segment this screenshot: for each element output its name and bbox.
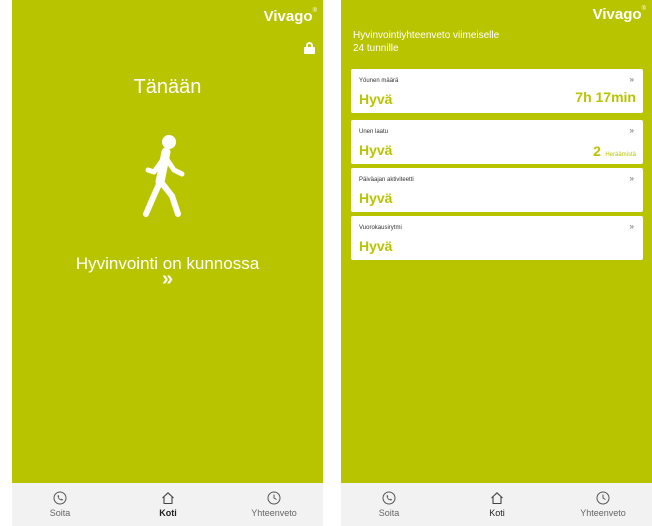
tab-soita[interactable]: Soita [349,483,429,526]
clock-icon [267,491,281,505]
brand-logo: Vivago® [263,8,317,25]
brand-logo: Vivago® [592,6,646,23]
summary-title: Hyvinvointiyhteenveto viimeiselle 24 tun… [353,30,500,54]
walking-person-icon [143,135,185,217]
chevron-right-icon: » [629,75,634,84]
page-title: Tänään [133,76,202,98]
phone-icon [53,491,67,505]
sleep-duration: 7h 17min [575,89,636,105]
card-sleep-amount[interactable]: Yöunen määrä » Hyvä 7h 17min [351,69,643,113]
tab-koti[interactable]: Koti [457,483,537,526]
card-sleep-quality[interactable]: Unen laatu » Hyvä 2 Heräämistä [351,120,643,164]
home-icon [162,492,174,505]
chevron-right-icon: » [629,126,634,135]
tab-yhteenveto[interactable]: Yhteenveto [563,483,643,526]
clock-icon [596,491,610,505]
chevron-right-icon: » [629,174,634,183]
status-details-link[interactable]: » [12,268,323,291]
home-screen: Vivago® Tänään Hyvinvointi on kunnossa »… [12,0,323,526]
chevron-right-icon: » [629,222,634,231]
tab-koti[interactable]: Koti [128,483,208,526]
tab-bar: Soita Koti Yhteenveto [12,483,323,526]
tab-yhteenveto[interactable]: Yhteenveto [234,483,314,526]
wake-up-count: 2 Heräämistä [593,143,636,159]
card-daytime-activity[interactable]: Päiväajan aktiviteetti » Hyvä [351,168,643,212]
summary-screen: Vivago® Hyvinvointiyhteenveto viimeisell… [341,0,652,526]
lock-icon[interactable] [304,42,315,54]
tab-bar: Soita Koti Yhteenveto [341,483,652,526]
card-circadian-rhythm[interactable]: Vuorokausirytmi » Hyvä [351,216,643,260]
home-icon [491,492,503,505]
tab-soita[interactable]: Soita [20,483,100,526]
phone-icon [382,491,396,505]
